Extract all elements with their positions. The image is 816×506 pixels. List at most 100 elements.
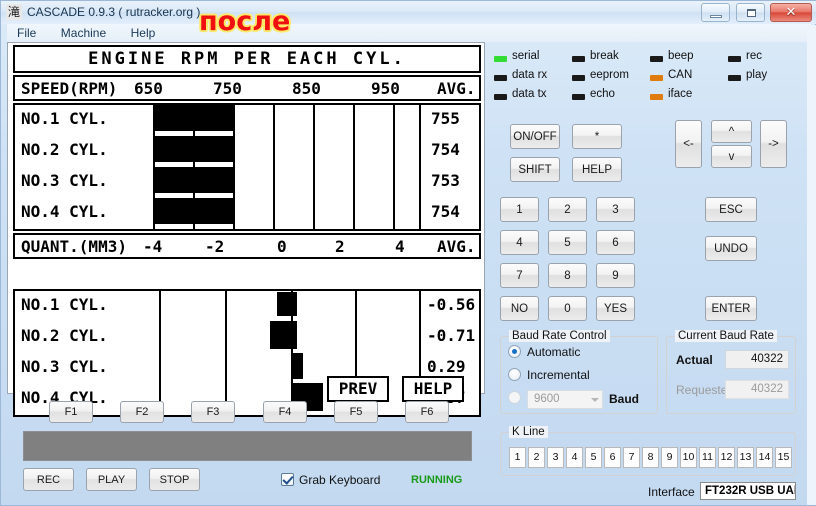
rpm-gridline-5: [353, 105, 355, 229]
lcd-display-panel: ENGINE RPM PER EACH CYL. SPEED(RPM) 650 …: [7, 42, 485, 417]
led-data-rx-icon: [494, 75, 507, 81]
right-control-panel: serial break beep rec data rx eeprom CAN…: [490, 42, 806, 500]
rpm-bar-4: [153, 198, 234, 224]
chevron-down-icon: [591, 398, 599, 402]
k-line-pin-5[interactable]: 5: [585, 447, 602, 468]
window-title: CASCADE 0.9.3 ( rutracker.org ): [27, 5, 201, 19]
rpm-bar-chart: NO.1 CYL. NO.2 CYL. NO.3 CYL. NO.4 CYL. …: [13, 103, 481, 231]
rpm-tick-650: 650: [134, 79, 163, 98]
transport-row: REC PLAY STOP Grab Keyboard RUNNING: [7, 467, 485, 495]
f6-button[interactable]: F6: [405, 401, 449, 423]
f1-button[interactable]: F1: [49, 401, 93, 423]
nav-down-button[interactable]: v: [711, 145, 752, 168]
onoff-button[interactable]: ON/OFF: [510, 124, 560, 149]
radio-automatic[interactable]: [508, 345, 521, 358]
quant-tick-0: 0: [277, 237, 287, 256]
shift-button[interactable]: SHIFT: [510, 157, 560, 182]
key-1-button[interactable]: 1: [500, 197, 539, 222]
k-line-pin-3[interactable]: 3: [547, 447, 564, 468]
k-line-pin-12[interactable]: 12: [718, 447, 735, 468]
f2-button[interactable]: F2: [120, 401, 164, 423]
close-icon: ✕: [785, 5, 797, 20]
help-button[interactable]: HELP: [572, 157, 622, 182]
key-7-button[interactable]: 7: [500, 263, 539, 288]
maximize-button[interactable]: [735, 3, 765, 22]
rpm-gridline-4: [313, 105, 315, 229]
k-line-pin-15[interactable]: 15: [775, 447, 792, 468]
nav-right-button[interactable]: ->: [760, 120, 787, 168]
k-line-group: K Line 1 2 3 4 5 6 7 8 9 10 11 12 13 14 …: [500, 426, 796, 476]
no-button[interactable]: NO: [500, 296, 539, 321]
rpm-row-value-1: 755: [431, 109, 460, 128]
quant-axis-header: QUANT.(MM3) -4 -2 0 2 4 AVG.: [13, 233, 481, 259]
grab-keyboard-checkbox[interactable]: [281, 473, 294, 486]
k-line-pin-11[interactable]: 11: [699, 447, 716, 468]
k-line-pin-2[interactable]: 2: [528, 447, 545, 468]
nav-up-button[interactable]: ^: [711, 120, 752, 143]
minimize-button[interactable]: [701, 3, 731, 22]
k-line-pin-14[interactable]: 14: [756, 447, 773, 468]
k-line-pin-13[interactable]: 13: [737, 447, 754, 468]
esc-button[interactable]: ESC: [705, 197, 757, 222]
window-controls: ✕: [700, 3, 812, 23]
led-echo-label: echo: [590, 88, 615, 100]
led-data-tx-icon: [494, 94, 507, 100]
annotation-overlay-text: после: [199, 6, 291, 37]
k-line-pin-7[interactable]: 7: [623, 447, 640, 468]
rpm-tick-950: 950: [371, 79, 400, 98]
f4-button[interactable]: F4: [263, 401, 307, 423]
requested-value-field: 40322: [725, 380, 789, 399]
radio-custom-baud[interactable]: [508, 391, 521, 404]
undo-button[interactable]: UNDO: [705, 236, 757, 261]
stop-button[interactable]: STOP: [149, 468, 200, 491]
led-play-label: play: [746, 69, 768, 81]
menu-bar: File Machine Help: [7, 24, 811, 42]
f3-button[interactable]: F3: [191, 401, 235, 423]
rpm-row-label-2: NO.2 CYL.: [21, 140, 108, 159]
k-line-pin-6[interactable]: 6: [604, 447, 621, 468]
rec-button[interactable]: REC: [23, 468, 74, 491]
key-2-button[interactable]: 2: [548, 197, 587, 222]
f5-button[interactable]: F5: [334, 401, 378, 423]
k-line-pin-1[interactable]: 1: [509, 447, 526, 468]
nav-left-button[interactable]: <-: [675, 120, 702, 168]
lcd-title: ENGINE RPM PER EACH CYL.: [13, 45, 481, 73]
radio-incremental[interactable]: [508, 368, 521, 381]
baud-unit-label: Baud: [609, 392, 639, 406]
play-button[interactable]: PLAY: [86, 468, 137, 491]
k-line-pin-8[interactable]: 8: [642, 447, 659, 468]
led-eeprom-icon: [572, 75, 585, 81]
yes-button[interactable]: YES: [596, 296, 635, 321]
title-bar: 滝 CASCADE 0.9.3 ( rutracker.org ) ✕: [1, 1, 816, 24]
key-4-button[interactable]: 4: [500, 230, 539, 255]
menu-item-file[interactable]: File: [7, 24, 46, 42]
rpm-tick-750: 750: [213, 79, 242, 98]
menu-item-help[interactable]: Help: [121, 24, 166, 42]
key-6-button[interactable]: 6: [596, 230, 635, 255]
menu-item-machine[interactable]: Machine: [51, 24, 116, 42]
led-iface-label: iface: [668, 88, 693, 100]
close-button[interactable]: ✕: [770, 3, 812, 22]
led-can-icon: [650, 75, 663, 81]
k-line-pin-4[interactable]: 4: [566, 447, 583, 468]
k-line-pin-10[interactable]: 10: [680, 447, 697, 468]
baud-rate-control-group: Baud Rate Control Automatic Incremental …: [500, 330, 658, 414]
quant-bar-1: [277, 292, 297, 316]
led-rec-label: rec: [746, 50, 762, 62]
current-baud-rate-group: Current Baud Rate Actual 40322 Requested…: [666, 330, 796, 414]
lcd-screen: ENGINE RPM PER EACH CYL. SPEED(RPM) 650 …: [13, 45, 481, 417]
key-0-button[interactable]: 0: [548, 296, 587, 321]
key-8-button[interactable]: 8: [548, 263, 587, 288]
star-button[interactable]: *: [572, 124, 622, 149]
key-3-button[interactable]: 3: [596, 197, 635, 222]
led-break-icon: [572, 56, 585, 62]
maximize-icon: [746, 9, 756, 17]
quant-axis-label: QUANT.(MM3): [21, 237, 127, 256]
k-line-pin-9[interactable]: 9: [661, 447, 678, 468]
key-5-button[interactable]: 5: [548, 230, 587, 255]
led-indicator-grid: serial break beep rec data rx eeprom CAN…: [494, 47, 804, 102]
interface-value-field: FT232R USB UART: [700, 482, 796, 500]
key-9-button[interactable]: 9: [596, 263, 635, 288]
rpm-bar-3: [153, 167, 233, 193]
enter-button[interactable]: ENTER: [705, 296, 757, 321]
